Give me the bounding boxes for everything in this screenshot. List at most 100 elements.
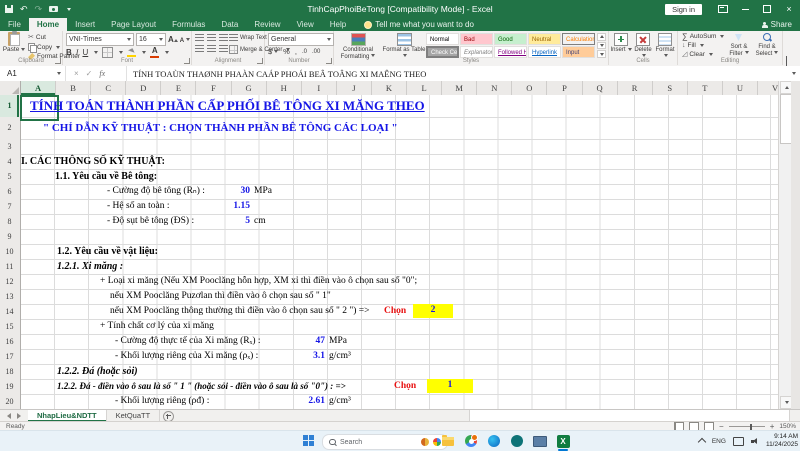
conditional-formatting-button[interactable]: Conditional Formatting — [336, 33, 380, 60]
column-header[interactable]: O — [512, 81, 547, 95]
cell-row19-chon[interactable]: Chọn — [394, 380, 416, 393]
style-good[interactable]: Good — [494, 33, 527, 45]
taskbar-file-explorer[interactable] — [440, 434, 456, 448]
taskbar-edge[interactable] — [486, 434, 502, 448]
speaker-icon[interactable] — [751, 438, 759, 445]
cell-row15[interactable]: + Tính chất cơ lý của xi măng — [100, 320, 214, 333]
start-button[interactable] — [303, 435, 315, 447]
zoom-slider-thumb[interactable] — [750, 424, 753, 430]
column-header[interactable]: D — [126, 81, 161, 95]
column-header[interactable]: T — [688, 81, 723, 95]
increase-decimal-button[interactable]: .0 — [302, 49, 307, 55]
cell-row1-title[interactable]: TÍNH TOÁN THÀNH PHẦN CẤP PHỐI BÊ TÔNG XI… — [30, 99, 425, 112]
decrease-decimal-button[interactable]: .00 — [312, 49, 320, 55]
sign-in-button[interactable]: Sign in — [665, 4, 702, 15]
accounting-format-button[interactable]: $ — [268, 47, 272, 56]
cell-row13[interactable]: nếu XM Pooclăng Puzơlan thì điền vào ô c… — [110, 290, 331, 303]
vertical-scrollbar[interactable] — [778, 81, 792, 409]
cell-row18[interactable]: 1.2.2. Đá (hoặc sỏi) — [57, 365, 138, 378]
column-header[interactable]: H — [267, 81, 302, 95]
taskbar-remote-desktop[interactable] — [532, 434, 548, 448]
column-header[interactable]: I — [302, 81, 337, 95]
customize-quick-access-icon[interactable] — [67, 8, 71, 11]
number-format-select[interactable]: General — [268, 33, 334, 46]
align-middle-icon[interactable] — [207, 34, 216, 41]
cell-row19-label[interactable]: 1.2.2. Đá - điền vào ô sau là số " 1 " (… — [57, 380, 346, 393]
style-followed-hyperlink[interactable]: Followed Hyp... — [494, 46, 527, 58]
comma-style-button[interactable]: , — [295, 47, 297, 56]
cell-row11[interactable]: 1.2.1. Xi măng : — [57, 260, 123, 273]
column-header[interactable]: M — [442, 81, 477, 95]
fill-button[interactable]: ↓Fill — [682, 42, 724, 49]
column-header[interactable]: C — [91, 81, 126, 95]
style-normal[interactable]: Normal — [426, 33, 459, 45]
indent-icon[interactable] — [219, 45, 228, 52]
gallery-scroll-up[interactable] — [597, 33, 606, 41]
close-button[interactable]: × — [778, 0, 800, 18]
tell-me-box[interactable]: Tell me what you want to do — [364, 18, 474, 31]
zoom-level[interactable]: 150% — [779, 423, 796, 430]
redo-icon[interactable]: ↷ — [35, 0, 43, 18]
share-button[interactable]: Share — [762, 18, 792, 31]
cell-row8-value[interactable]: 5 — [205, 215, 250, 228]
alignment-dialog-launcher[interactable] — [257, 58, 263, 64]
expand-formula-bar-icon[interactable] — [786, 65, 800, 83]
column-header[interactable]: G — [232, 81, 267, 95]
column-header[interactable]: N — [477, 81, 512, 95]
tab-file[interactable]: File — [0, 18, 29, 31]
tab-home[interactable]: Home — [29, 18, 67, 31]
cell-row7-value[interactable]: 1.15 — [205, 200, 250, 213]
cell-row2-subtitle[interactable]: " CHỈ DẪN KỸ THUẬT : CHỌN THÀNH PHẦN BÊ … — [43, 122, 398, 135]
cell-row19-input-aggregate-type[interactable]: 1 — [427, 379, 473, 393]
undo-icon[interactable]: ↶ — [20, 0, 28, 18]
minimize-button[interactable] — [734, 0, 756, 18]
font-size-select[interactable]: 16 — [136, 33, 166, 46]
autosum-button[interactable]: ∑AutoSum — [682, 33, 724, 40]
taskbar-search-box[interactable]: Search — [322, 434, 448, 450]
cell-row17-unit[interactable]: g/cm³ — [329, 350, 351, 363]
column-header[interactable]: L — [407, 81, 442, 95]
tab-help[interactable]: Help — [322, 18, 354, 31]
percent-style-button[interactable]: % — [283, 47, 290, 56]
clipboard-dialog-launcher[interactable] — [55, 58, 61, 64]
column-header[interactable]: U — [723, 81, 758, 95]
style-hyperlink[interactable]: Hyperlink — [528, 46, 561, 58]
enter-icon[interactable]: ✓ — [86, 69, 93, 78]
cell-row8-unit[interactable]: cm — [254, 215, 266, 228]
cell-row8-label[interactable]: - Độ sụt bê tông (ĐS) : — [107, 215, 194, 228]
collapse-ribbon-button[interactable] — [786, 57, 794, 63]
select-all-button[interactable] — [0, 81, 21, 95]
taskbar-clock[interactable]: 9:14 AM 11/24/2025 — [766, 433, 798, 449]
font-dialog-launcher[interactable] — [184, 58, 190, 64]
cell-row4[interactable]: I. CÁC THÔNG SỐ KỸ THUẬT: — [21, 155, 165, 168]
cell-row14-label[interactable]: nếu XM Pooclăng thông thường thì điền và… — [110, 305, 370, 318]
ribbon-display-options-button[interactable] — [712, 0, 734, 18]
bold-button[interactable]: B — [66, 48, 72, 57]
cell-row6-value[interactable]: 30 — [205, 185, 250, 198]
tab-page-layout[interactable]: Page Layout — [103, 18, 164, 31]
cell-row20-label[interactable]: - Khối lượng riêng (ρđ) : — [115, 395, 209, 408]
camera-icon[interactable] — [49, 6, 58, 12]
cell-row7-label[interactable]: - Hệ số an toàn : — [107, 200, 170, 213]
clear-button[interactable]: ◿Clear — [682, 51, 724, 58]
taskbar-excel[interactable]: X — [555, 434, 571, 448]
taskbar-app-teal[interactable] — [509, 434, 525, 448]
cell-row16-unit[interactable]: MPa — [329, 335, 347, 348]
formula-bar-content[interactable]: TÍNH TOAÙN THAØNH PHAÀN CAÁP PHOÁI BEÂ T… — [127, 69, 786, 79]
fill-color-button[interactable] — [127, 48, 136, 57]
save-icon[interactable] — [5, 5, 13, 13]
sort-filter-button[interactable]: Sort & Filter — [726, 33, 752, 57]
increase-font-size-button[interactable]: A — [168, 35, 178, 44]
name-box[interactable]: A1 — [0, 66, 66, 81]
format-cells-button[interactable]: Format — [654, 33, 676, 59]
insert-function-icon[interactable]: fx — [99, 69, 105, 78]
cell-row16-value[interactable]: 47 — [283, 335, 325, 348]
find-select-button[interactable]: Find & Select — [754, 33, 780, 57]
cell-row12[interactable]: + Loại xi măng (Nếu XM Pooclăng hỗn hợp,… — [100, 275, 417, 288]
taskbar-chrome[interactable] — [463, 434, 479, 448]
format-as-table-button[interactable]: Format as Table — [382, 33, 426, 60]
search-input[interactable]: Search — [340, 439, 417, 446]
maximize-button[interactable] — [756, 0, 778, 18]
style-neutral[interactable]: Neutral — [528, 33, 561, 45]
column-header[interactable]: R — [618, 81, 653, 95]
